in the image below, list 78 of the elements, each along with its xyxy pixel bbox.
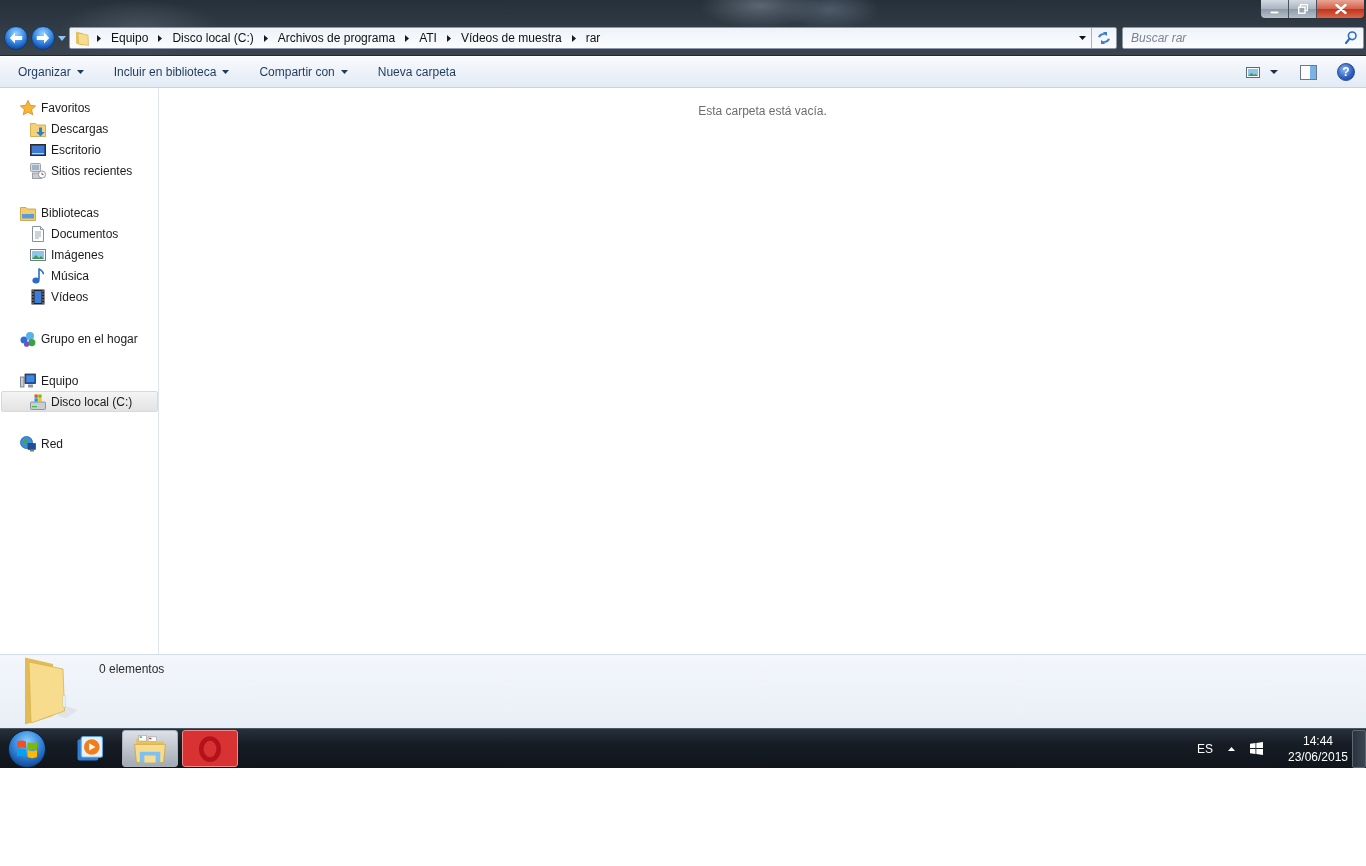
toolbar-button[interactable]: Nueva carpeta xyxy=(367,60,466,84)
monitor-icon xyxy=(30,141,46,158)
globe-icon xyxy=(20,435,36,452)
homegroup-icon xyxy=(20,330,36,347)
drive-icon xyxy=(30,393,46,410)
chevron-right-icon[interactable] xyxy=(97,34,101,42)
sidebar-item[interactable]: Grupo en el hogar xyxy=(16,328,142,349)
caret-down-icon xyxy=(1270,70,1278,74)
empty-folder-message: Esta carpeta está vacía. xyxy=(698,104,827,118)
restore-button[interactable] xyxy=(1289,0,1317,18)
picture-icon xyxy=(30,246,46,263)
caret-down-icon xyxy=(58,35,66,41)
folder-icon xyxy=(75,30,89,46)
restore-icon xyxy=(1297,4,1308,14)
sidebar-item[interactable]: Favoritos xyxy=(16,97,95,118)
document-icon xyxy=(30,225,46,242)
picture-icon xyxy=(1246,66,1260,78)
back-button[interactable] xyxy=(4,26,28,50)
folder-icon xyxy=(134,734,166,763)
breadcrumb[interactable]: rar xyxy=(583,30,603,46)
caret-down-icon xyxy=(76,70,84,74)
minimize-button[interactable] xyxy=(1261,0,1289,18)
sidebar-item[interactable]: Escritorio xyxy=(26,139,105,160)
folder-icon xyxy=(22,657,78,725)
sidebar-item[interactable]: Red xyxy=(16,433,67,454)
refresh-icon xyxy=(1097,32,1111,44)
library-folder-icon xyxy=(20,204,36,221)
download-folder-icon xyxy=(30,120,46,137)
ring-logo-icon xyxy=(199,735,221,762)
show-desktop-button[interactable] xyxy=(1352,729,1366,768)
chevron-right-icon[interactable] xyxy=(263,34,268,42)
caret-down-icon xyxy=(340,70,348,74)
film-strip-icon xyxy=(30,288,46,305)
language-indicator[interactable]: ES xyxy=(1192,733,1218,764)
minimize-icon xyxy=(1270,10,1279,14)
close-button[interactable] xyxy=(1317,0,1364,18)
clock[interactable]: 14:44 23/06/2015 xyxy=(1284,730,1352,767)
sidebar-item[interactable]: Sitios recientes xyxy=(26,160,137,181)
toolbar-button[interactable]: Compartir con xyxy=(249,60,358,84)
window-panes-icon xyxy=(1249,742,1263,755)
search-field[interactable]: Buscar rar xyxy=(1122,27,1364,49)
arrow-right-icon xyxy=(36,32,50,44)
address-bar[interactable]: Equipo Disco local (C:) Archivos de programa ATI Vídeos de muestra rar xyxy=(69,27,1117,49)
breadcrumb[interactable]: Vídeos de muestra xyxy=(458,30,564,46)
breadcrumb[interactable]: Equipo xyxy=(109,30,151,46)
sidebar-item[interactable]: Disco local (C:) xyxy=(1,391,158,412)
forward-button[interactable] xyxy=(31,26,55,50)
preview-pane-icon xyxy=(1299,64,1317,80)
sidebar-item[interactable]: Música xyxy=(26,265,93,286)
recent-places-icon xyxy=(30,162,46,179)
sidebar-item[interactable]: Vídeos xyxy=(26,286,93,307)
sidebar-item[interactable]: Bibliotecas xyxy=(16,202,104,223)
play-icon xyxy=(77,736,103,761)
search-icon[interactable] xyxy=(1345,31,1357,44)
breadcrumb[interactable]: Disco local (C:) xyxy=(170,30,256,46)
toolbar-button[interactable]: Incluir en biblioteca xyxy=(103,60,240,84)
close-icon xyxy=(1334,4,1347,14)
item-count: 0 elementos xyxy=(99,662,165,676)
caret-down-icon xyxy=(1079,36,1086,40)
chevron-right-icon[interactable] xyxy=(446,34,451,42)
breadcrumb[interactable]: ATI xyxy=(417,30,439,46)
chevron-right-icon[interactable] xyxy=(158,34,163,42)
toolbar-button[interactable]: Organizar xyxy=(8,60,94,84)
caret-up-icon xyxy=(1227,746,1235,751)
caret-down-icon xyxy=(222,70,230,74)
chevron-right-icon[interactable] xyxy=(405,34,410,42)
arrow-left-icon xyxy=(9,32,23,44)
sidebar-item[interactable]: Documentos xyxy=(26,223,123,244)
chevron-right-icon[interactable] xyxy=(571,34,576,42)
breadcrumb[interactable]: Archivos de programa xyxy=(275,30,398,46)
computer-icon xyxy=(20,372,36,389)
music-note-icon xyxy=(30,267,46,284)
sidebar-item[interactable]: Descargas xyxy=(26,118,113,139)
sidebar-item[interactable]: Imágenes xyxy=(26,244,108,265)
star-icon xyxy=(20,99,36,116)
start-button[interactable] xyxy=(8,729,46,768)
flag-logo-icon xyxy=(16,738,38,759)
sidebar-item[interactable]: Equipo xyxy=(16,370,83,391)
